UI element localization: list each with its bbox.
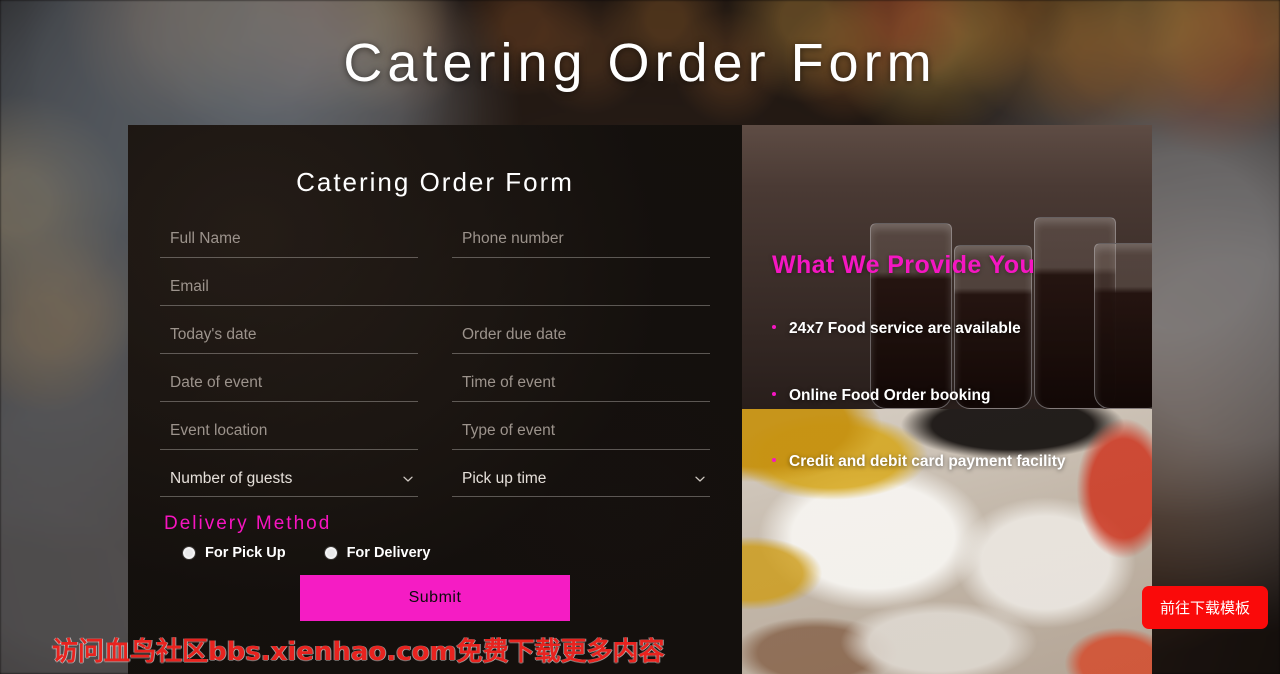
event-location-input[interactable] [160,416,418,450]
submit-button[interactable]: Submit [300,575,570,621]
promo-item-text: 24x7 Food service are available [789,320,1021,337]
form-panel: Catering Order Form Full Name Phone numb… [128,125,742,674]
field-number-of-guests: Number of guests [160,464,418,497]
promo-content: What We Provide You 24x7 Food service ar… [742,125,1152,674]
promo-item-text: Credit and debit card payment facility [789,453,1066,471]
submit-row: Submit [160,575,710,621]
form-row-name-phone [160,224,710,258]
number-of-guests-select[interactable]: Number of guests [160,464,418,497]
bullet-icon [772,325,776,329]
field-date-of-event [160,368,418,402]
todays-date-input[interactable] [160,320,418,354]
order-form-card: Catering Order Form Full Name Phone numb… [128,125,1152,674]
page-root: Catering Order Form Catering Order Form [0,0,1280,674]
form-row-selects: Number of guests Pick up time [160,464,710,497]
page-title: Catering Order Form [343,32,937,93]
radio-icon[interactable] [323,546,338,560]
promo-list: 24x7 Food service are available Online F… [772,320,1122,472]
page-header: Catering Order Form [0,0,1280,125]
order-due-date-input[interactable] [452,320,710,354]
field-todays-date [160,320,418,354]
pick-up-time-select[interactable]: Pick up time [452,464,710,497]
radio-label-for-delivery: For Delivery [346,545,431,561]
email-input[interactable] [160,272,710,306]
form-row-location-type [160,416,710,450]
field-full-name [160,224,418,258]
form-row-email [160,272,710,306]
full-name-input[interactable] [160,224,418,258]
field-time-of-event [452,368,710,402]
promo-heading: What We Provide You [772,251,1036,279]
field-phone-number [452,224,710,258]
download-template-button[interactable]: 前往下载模板 [1141,586,1268,629]
list-item: 24x7 Food service are available [772,320,1122,339]
field-type-of-event [452,416,710,450]
radio-label-for-pick-up: For Pick Up [205,545,286,561]
field-order-due-date [452,320,710,354]
time-of-event-input[interactable] [452,368,710,402]
field-email [160,272,710,306]
date-of-event-input[interactable] [160,368,418,402]
delivery-method-heading: Delivery Method [164,513,332,534]
form-row-dates [160,320,710,354]
promo-panel: What We Provide You 24x7 Food service ar… [742,125,1152,674]
delivery-method-radio-group: For Pick Up For Delivery [160,545,710,561]
radio-option-for-pick-up[interactable]: For Pick Up [182,545,286,561]
radio-icon[interactable] [182,546,196,560]
bullet-icon [772,391,776,396]
radio-option-for-delivery[interactable]: For Delivery [323,545,431,561]
promo-item-text: Online Food Order booking [789,386,991,404]
bullet-icon [772,458,776,463]
form-title: Catering Order Form [296,167,574,197]
field-event-location [160,416,418,450]
form-row-event-datetime [160,368,710,402]
phone-number-input[interactable] [452,224,710,258]
list-item: Online Food Order booking [772,387,1122,406]
field-pick-up-time: Pick up time [452,464,710,497]
list-item: Credit and debit card payment facility [772,453,1122,472]
type-of-event-input[interactable] [452,416,710,450]
